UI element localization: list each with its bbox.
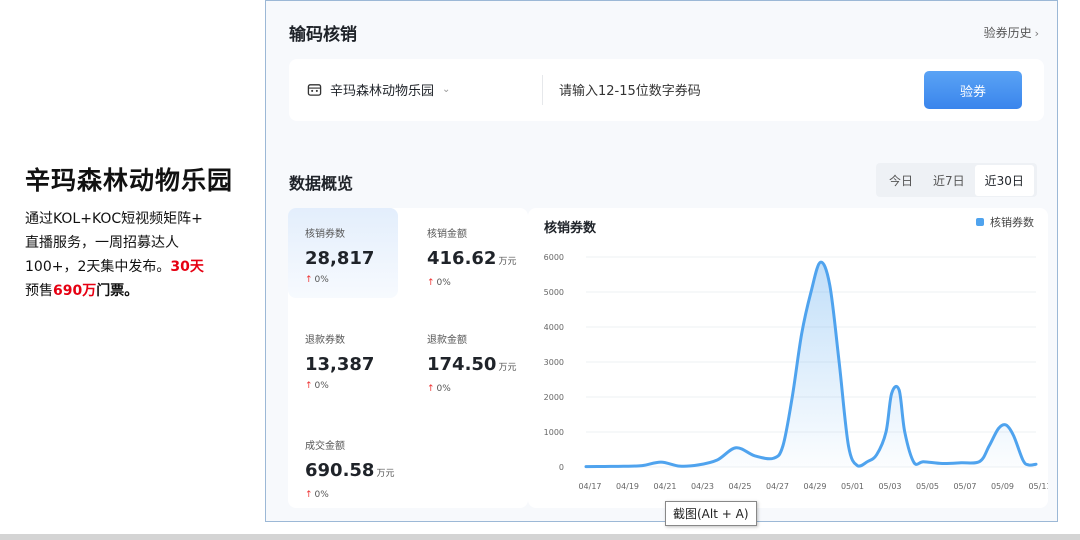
stat-value: 416.62 万元 xyxy=(427,248,517,269)
stat-label: 核销金额 xyxy=(427,229,467,240)
bottom-bar xyxy=(0,534,1080,540)
arrow-up-icon: ↑ xyxy=(427,384,435,394)
x-tick-label: 04/19 xyxy=(616,482,639,491)
x-tick-label: 04/21 xyxy=(653,482,676,491)
verify-bar: 辛玛森林动物乐园 ⌄ 验券 xyxy=(289,59,1044,121)
x-tick-label: 05/11 xyxy=(1028,482,1048,491)
stat-value: 690.58 万元 xyxy=(305,460,395,481)
arrow-up-icon: ↑ xyxy=(427,278,435,288)
tab-today[interactable]: 今日 xyxy=(879,165,923,196)
chevron-down-icon: ⌄ xyxy=(442,84,451,95)
stat-change: ↑ 0% xyxy=(427,384,451,394)
stat-change: ↑ 0% xyxy=(305,381,329,391)
overview-title: 数据概览 xyxy=(289,174,354,193)
y-tick-label: 4000 xyxy=(544,323,564,332)
stat-label: 成交金额 xyxy=(305,441,345,452)
stat-refund-amount[interactable]: 退款金额 174.50 万元 ↑ 0% xyxy=(410,314,520,404)
y-tick-label: 5000 xyxy=(544,288,564,297)
case-description: 通过KOL+KOC短视频矩阵+ 直播服务，一周招募达人 100+，2天集中发布。… xyxy=(25,211,204,299)
arrow-up-icon: ↑ xyxy=(305,490,313,500)
arrow-up-icon: ↑ xyxy=(305,381,313,391)
x-tick-label: 05/03 xyxy=(878,482,901,491)
store-icon xyxy=(307,84,322,96)
stat-value: 174.50 万元 xyxy=(427,354,517,375)
stat-label: 退款金额 xyxy=(427,335,467,346)
x-tick-label: 04/27 xyxy=(766,482,789,491)
y-tick-label: 1000 xyxy=(544,428,564,437)
y-tick-label: 3000 xyxy=(544,358,564,367)
stat-label: 退款券数 xyxy=(305,335,345,346)
tab-7-days[interactable]: 近7日 xyxy=(923,165,975,196)
tab-30-days[interactable]: 近30日 xyxy=(974,164,1034,196)
y-tick-label: 6000 xyxy=(544,253,564,262)
verify-button[interactable]: 验券 xyxy=(924,71,1022,109)
divider xyxy=(542,75,543,105)
x-tick-label: 05/07 xyxy=(953,482,976,491)
x-tick-label: 04/25 xyxy=(728,482,751,491)
store-select[interactable]: 辛玛森林动物乐园 ⌄ xyxy=(307,80,450,99)
x-tick-label: 05/01 xyxy=(841,482,864,491)
verify-history-link[interactable]: 验券历史 › xyxy=(984,24,1039,41)
stat-change: ↑ 0% xyxy=(305,490,329,500)
stat-value: 28,817 xyxy=(305,248,375,269)
chart-card: 核销券数 核销券数 0 1000 2000 3000 4000 5000 6000 04/17… xyxy=(528,208,1048,508)
y-tick-label: 0 xyxy=(559,463,564,472)
stat-value: 13,387 xyxy=(305,354,375,375)
stats-panel: 核销券数 28,817 ↑ 0% 核销金额 416.62 万元 ↑ 0% 退款券数 1… xyxy=(288,208,528,508)
screenshot-tooltip: 截图(Alt + A) xyxy=(665,501,757,526)
stat-change: ↑ 0% xyxy=(427,278,451,288)
stat-label: 核销券数 xyxy=(305,229,345,240)
range-tabs: 今日 近7日 近30日 xyxy=(876,163,1037,197)
arrow-up-icon: ↑ xyxy=(305,275,313,285)
x-tick-label: 04/23 xyxy=(691,482,714,491)
stat-change: ↑ 0% xyxy=(305,275,329,285)
stat-verified-count[interactable]: 核销券数 28,817 ↑ 0% xyxy=(288,208,398,298)
verification-panel: 输码核销 验券历史› 辛玛森林动物乐园 ⌄ 验券 数据概览 今日 近7日 近30… xyxy=(265,0,1058,522)
case-title: 辛玛森林动物乐园 xyxy=(25,166,234,195)
y-tick-label: 2000 xyxy=(544,393,564,402)
voucher-code-input[interactable] xyxy=(557,78,921,104)
chevron-right-icon: › xyxy=(1034,27,1039,40)
x-tick-label: 04/17 xyxy=(578,482,601,491)
chart-plot: 0 1000 2000 3000 4000 5000 6000 04/17 04/19 04/21… xyxy=(544,253,1048,491)
x-tick-label: 05/05 xyxy=(916,482,939,491)
x-tick-label: 04/29 xyxy=(803,482,826,491)
store-name: 辛玛森林动物乐园 xyxy=(330,84,435,99)
panel-title: 输码核销 xyxy=(289,25,357,45)
stat-transaction-amount[interactable]: 成交金额 690.58 万元 ↑ 0% xyxy=(288,420,398,510)
stat-verified-amount[interactable]: 核销金额 416.62 万元 ↑ 0% xyxy=(410,208,520,298)
stat-refund-count[interactable]: 退款券数 13,387 ↑ 0% xyxy=(288,314,398,404)
x-tick-label: 05/09 xyxy=(991,482,1014,491)
